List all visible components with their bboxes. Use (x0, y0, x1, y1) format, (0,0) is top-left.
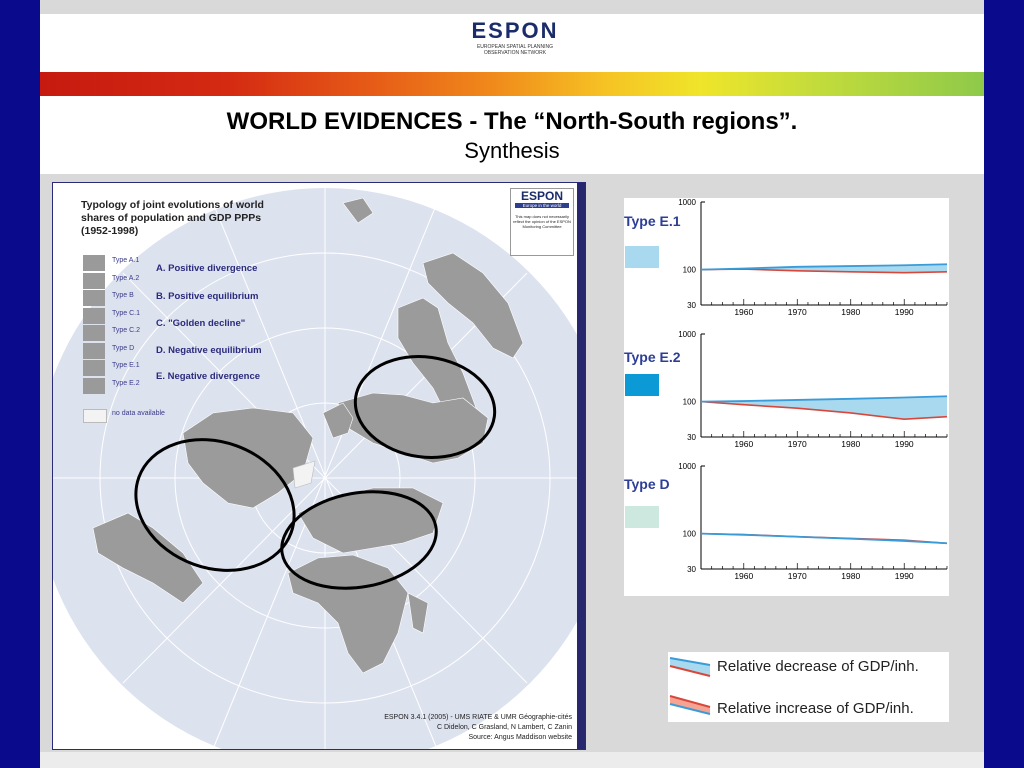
legend-group: C. "Golden decline" (156, 318, 246, 329)
map-badge: ESPON Europe in the world This map does … (510, 188, 574, 256)
y-tick-label: 100 (683, 266, 697, 275)
slide-title: WORLD EVIDENCES - The “North-South regio… (226, 108, 798, 135)
x-tick-label: 1970 (788, 571, 807, 581)
header: ESPON EUROPEAN SPATIAL PLANNING OBSERVAT… (40, 14, 984, 72)
map-right-bar (577, 183, 585, 749)
credit-line: C Didelon, C Grasland, N Lambert, C Zani… (437, 724, 572, 731)
x-tick-label: 1960 (734, 571, 753, 581)
x-tick-label: 1980 (841, 439, 860, 449)
x-tick-label: 1980 (841, 307, 860, 317)
chart-title: Type D (624, 476, 670, 492)
badge-slogan: Europe in the world (515, 203, 569, 208)
credit-line: Source: Angus Maddison website (468, 734, 572, 741)
legend-group: D. Negative equilibrium (156, 345, 262, 356)
series-line-gdp (700, 532, 948, 545)
credit-line: ESPON 3.4.1 (2005) - UMS RIATE & UMR Géo… (384, 714, 572, 721)
y-tick-label: 1000 (678, 330, 696, 339)
type-e2-swatch (625, 374, 659, 396)
type-d-swatch (625, 506, 659, 528)
right-border (984, 0, 1024, 768)
left-border (0, 0, 40, 768)
logo-text: ESPON (471, 18, 559, 43)
x-tick-label: 1960 (734, 439, 753, 449)
x-tick-label: 1960 (734, 307, 753, 317)
x-tick-label: 1970 (788, 307, 807, 317)
x-tick-label: 1990 (895, 307, 914, 317)
color-strip (40, 72, 984, 96)
type-e1-swatch (625, 246, 659, 268)
y-tick-label: 30 (687, 301, 696, 310)
legend-decrease: Relative decrease of GDP/inh. (717, 658, 919, 675)
y-tick-label: 1000 (678, 198, 696, 207)
title-box: WORLD EVIDENCES - The “North-South regio… (40, 96, 984, 174)
map-title: Typology of joint evolutions of world sh… (81, 199, 264, 237)
y-tick-label: 30 (687, 433, 696, 442)
legend-group: A. Positive divergence (156, 263, 258, 274)
legend-group: B. Positive equilibrium (156, 291, 259, 302)
y-tick-label: 30 (687, 565, 696, 574)
espon-logo: ESPON EUROPEAN SPATIAL PLANNING OBSERVAT… (470, 18, 560, 56)
top-band (40, 0, 984, 14)
legend-increase: Relative increase of GDP/inh. (717, 700, 914, 717)
type-charts-panel: 30 100 1000 1960 1970 1980 1990 30 100 1000 1960 19… (624, 198, 949, 596)
y-tick-label: 100 (683, 530, 697, 539)
bottom-band (40, 752, 984, 768)
type-charts-svg: 30 100 1000 1960 1970 1980 1990 30 100 1000 1960 19… (678, 198, 948, 581)
legend-group: E. Negative divergence (156, 371, 261, 382)
x-tick-label: 1980 (841, 571, 860, 581)
slide-subtitle: Synthesis (464, 138, 560, 163)
chart-title: Type E.1 (624, 213, 681, 229)
map-credits: ESPON 3.4.1 (2005) - UMS RIATE & UMR Géo… (384, 713, 572, 743)
x-tick-label: 1970 (788, 439, 807, 449)
y-tick-label: 1000 (678, 462, 696, 471)
x-tick-label: 1990 (895, 439, 914, 449)
logo-sub2: OBSERVATION NETWORK (483, 50, 547, 56)
x-tick-label: 1990 (895, 571, 914, 581)
gdp-legend: Relative decrease of GDP/inh. Relative i… (668, 652, 949, 722)
badge-note: This map does not necessarily reflect th… (513, 214, 571, 229)
badge-logo: ESPON (520, 189, 563, 203)
y-tick-label: 100 (683, 398, 697, 407)
legend-item: Type A.2 (83, 273, 333, 290)
world-map-panel: Typology of joint evolutions of world sh… (52, 182, 586, 750)
chart-title: Type E.2 (624, 349, 681, 365)
